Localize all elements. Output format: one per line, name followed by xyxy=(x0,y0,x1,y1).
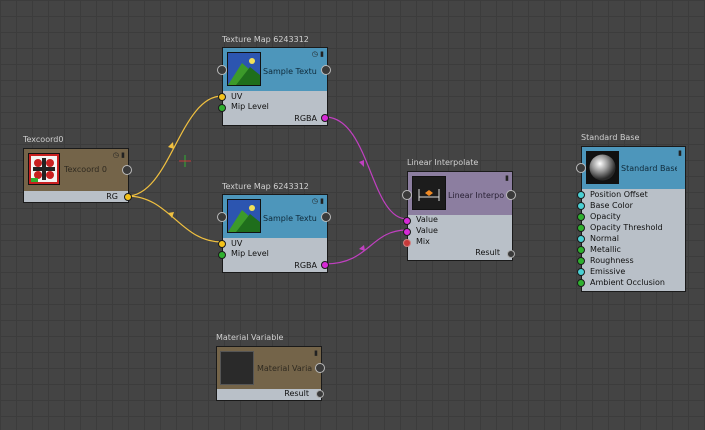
input-label: Roughness xyxy=(590,256,634,265)
input-label-mip-level: Mip Level xyxy=(231,249,269,258)
header-input-port[interactable] xyxy=(576,163,586,173)
crosshair-icon xyxy=(179,155,191,167)
input-port-uv[interactable] xyxy=(218,240,226,248)
output-port-rgba[interactable] xyxy=(321,114,329,122)
input-port[interactable] xyxy=(577,191,585,199)
input-label: Emissive xyxy=(590,267,626,276)
wire-rgba-bottom-to-value[interactable] xyxy=(324,229,408,265)
node-title: Linear Interpolate xyxy=(407,158,479,167)
node-header-icons: ◷ ▮ xyxy=(312,50,324,58)
input-label: Opacity xyxy=(590,212,621,221)
input-label: Normal xyxy=(590,234,619,243)
clock-icon: ◷ xyxy=(112,151,119,159)
wire-arrow xyxy=(168,142,174,149)
node-label: Texcoord 0 xyxy=(64,165,107,174)
node-label: Material Variable xyxy=(257,364,313,373)
node-title: Material Variable xyxy=(216,333,284,342)
output-label-rg: RG xyxy=(106,192,118,201)
node-title: Texture Map 6243312 xyxy=(222,35,309,44)
lerp-thumbnail xyxy=(412,176,446,210)
input-port-mip-level[interactable] xyxy=(218,251,226,259)
input-port[interactable] xyxy=(577,257,585,265)
node-header-icons: ▮ xyxy=(314,349,318,357)
wire-rgba-top-to-value[interactable] xyxy=(324,116,408,220)
material-variable-node[interactable]: Material Variable ▮ Result xyxy=(216,346,325,401)
output-label-rgba: RGBA xyxy=(294,261,317,270)
output-label-rgba: RGBA xyxy=(294,114,317,123)
clock-icon: ◷ xyxy=(311,50,318,58)
input-label: Base Color xyxy=(590,201,633,210)
input-label: Opacity Threshold xyxy=(590,223,663,232)
clock-icon: ◷ xyxy=(311,197,318,205)
input-label-value-a: Value xyxy=(416,215,438,224)
input-port[interactable] xyxy=(577,213,585,221)
header-output-port[interactable] xyxy=(506,190,516,200)
pin-icon: ▮ xyxy=(320,197,324,205)
node-label: Linear Interpolate xyxy=(448,191,504,200)
texture-thumbnail xyxy=(227,199,261,233)
input-label-mix: Mix xyxy=(416,237,430,246)
node-title: Texture Map 6243312 xyxy=(222,182,309,191)
output-port-rgba[interactable] xyxy=(321,261,329,269)
pin-icon: ▮ xyxy=(320,50,324,58)
input-port-uv[interactable] xyxy=(218,93,226,101)
input-label-uv: UV xyxy=(231,239,243,248)
input-label: Ambient Occlusion xyxy=(590,278,665,287)
node-header-icons: ◷ ▮ xyxy=(113,151,125,159)
texture-map-node-1[interactable]: Sample Texture ◷ ▮ UV Mip Level RGBA xyxy=(217,47,331,126)
input-label-value-b: Value xyxy=(416,226,438,235)
node-label: Sample Texture xyxy=(263,67,317,76)
texcoord-header-output-port[interactable] xyxy=(122,165,132,175)
input-port-value-b[interactable] xyxy=(403,228,411,236)
output-port-result[interactable] xyxy=(507,250,515,258)
output-label-result: Result xyxy=(475,248,500,257)
input-port-mip-level[interactable] xyxy=(218,104,226,112)
pin-icon: ▮ xyxy=(505,174,509,182)
input-label: Position Offset xyxy=(590,190,648,199)
node-label: Standard Base xyxy=(621,164,677,173)
node-title: Standard Base xyxy=(581,133,640,142)
input-port[interactable] xyxy=(577,235,585,243)
pin-icon: ▮ xyxy=(314,349,318,357)
input-port[interactable] xyxy=(577,224,585,232)
pin-icon: ▮ xyxy=(121,151,125,159)
input-label-mip-level: Mip Level xyxy=(231,102,269,111)
texture-thumbnail xyxy=(227,52,261,86)
variable-thumbnail xyxy=(220,351,254,385)
wire-rg-to-uv-bottom[interactable] xyxy=(126,195,223,243)
input-port[interactable] xyxy=(577,202,585,210)
header-output-port[interactable] xyxy=(321,212,331,222)
header-input-port[interactable] xyxy=(402,190,412,200)
header-output-port[interactable] xyxy=(321,65,331,75)
node-label: Sample Texture xyxy=(263,214,317,223)
input-port[interactable] xyxy=(577,268,585,276)
input-label-uv: UV xyxy=(231,92,243,101)
linear-interpolate-node[interactable]: Linear Interpolate ▮ Value Value Mix Res… xyxy=(402,171,516,261)
input-port-value-a[interactable] xyxy=(403,217,411,225)
output-port-rg[interactable] xyxy=(124,193,132,201)
input-label: Metallic xyxy=(590,245,621,254)
material-sphere-thumbnail xyxy=(586,151,619,184)
wire-arrow xyxy=(359,160,364,167)
input-port[interactable] xyxy=(577,246,585,254)
wire-arrow xyxy=(359,245,365,251)
pin-icon: ▮ xyxy=(678,149,682,157)
input-port-mix[interactable] xyxy=(403,239,411,247)
texcoord-thumbnail xyxy=(28,153,60,185)
input-port[interactable] xyxy=(577,279,585,287)
node-header-icons: ◷ ▮ xyxy=(312,197,324,205)
texcoord-node[interactable]: Texcoord 0 ◷ ▮ RG xyxy=(23,148,132,203)
output-port-result[interactable] xyxy=(316,390,324,398)
texture-map-node-2[interactable]: Sample Texture ◷ ▮ UV Mip Level RGBA xyxy=(217,194,331,273)
header-output-port[interactable] xyxy=(315,363,325,373)
node-title: Texcoord0 xyxy=(23,135,64,144)
node-header-icons: ▮ xyxy=(678,149,682,157)
wire-rg-to-uv-top[interactable] xyxy=(126,95,223,197)
node-header-icons: ▮ xyxy=(505,174,509,182)
output-label-result: Result xyxy=(284,389,309,398)
header-input-port[interactable] xyxy=(217,65,227,75)
header-input-port[interactable] xyxy=(217,212,227,222)
standard-base-node[interactable]: Standard Base ▮ Position Offset Base Colo… xyxy=(576,146,686,292)
